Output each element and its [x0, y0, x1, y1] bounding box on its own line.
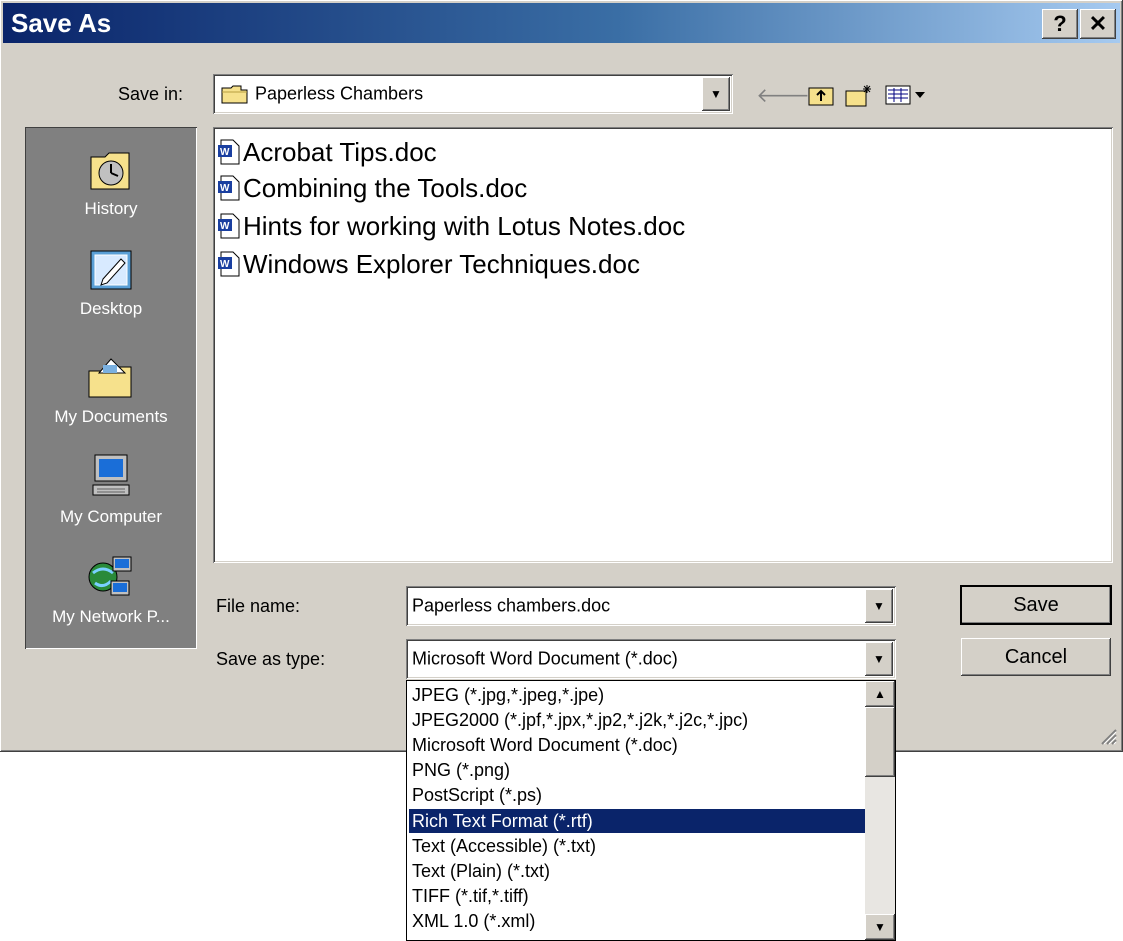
- place-label: My Network P...: [52, 607, 170, 626]
- option-text-plain[interactable]: Text (Plain) (*.txt): [409, 859, 868, 883]
- place-history[interactable]: History: [25, 143, 197, 219]
- place-label: My Computer: [59, 507, 163, 526]
- scroll-up-button[interactable]: ▲: [865, 681, 895, 707]
- option-jpeg[interactable]: JPEG (*.jpg,*.jpeg,*.jpe): [409, 683, 868, 707]
- dropdown-scrollbar[interactable]: ▲ ▼: [865, 681, 895, 940]
- scroll-down-button[interactable]: ▼: [865, 914, 895, 940]
- place-label: History: [84, 199, 138, 218]
- word-doc-icon: W: [218, 139, 240, 165]
- places-bar: History Desktop My Documents My Computer…: [25, 127, 197, 649]
- my-network-places-icon: [88, 556, 132, 596]
- save-as-dialog: Save As ? ✕ Save in: Paperless Chambers …: [0, 0, 1123, 752]
- file-name-dropdown-button[interactable]: ▼: [865, 589, 893, 623]
- help-button[interactable]: ?: [1042, 9, 1078, 39]
- svg-text:W: W: [220, 221, 230, 232]
- file-name: Acrobat Tips.doc: [243, 136, 437, 167]
- place-my-computer[interactable]: My Computer: [25, 451, 197, 527]
- save-in-value: Paperless Chambers: [255, 83, 424, 104]
- file-name: Windows Explorer Techniques.doc: [243, 248, 640, 279]
- save-as-type-dropdown-button[interactable]: ▼: [865, 642, 893, 676]
- up-folder-icon[interactable]: [805, 80, 837, 110]
- chevron-down-icon: ▼: [710, 87, 722, 101]
- option-xml[interactable]: XML 1.0 (*.xml): [409, 909, 868, 933]
- file-list[interactable]: W Acrobat Tips.doc W Combining the Tools…: [213, 127, 1113, 563]
- svg-text:W: W: [220, 183, 230, 194]
- resize-grip-icon[interactable]: [1097, 725, 1117, 745]
- file-name: Combining the Tools.doc: [243, 172, 528, 203]
- title-bar[interactable]: Save As ? ✕: [3, 3, 1120, 43]
- chevron-down-icon: ▼: [873, 599, 885, 613]
- my-computer-icon: [92, 454, 130, 496]
- list-item[interactable]: W Combining the Tools.doc: [217, 171, 527, 205]
- option-tiff[interactable]: TIFF (*.tif,*.tiff): [409, 884, 868, 908]
- word-doc-icon: W: [218, 175, 240, 201]
- list-item[interactable]: W Windows Explorer Techniques.doc: [217, 247, 640, 281]
- chevron-up-icon: ▲: [874, 687, 886, 701]
- file-name-value: Paperless chambers.doc: [412, 595, 611, 616]
- views-glyph: [885, 85, 925, 105]
- place-label: My Documents: [54, 407, 168, 426]
- save-as-type-select[interactable]: Microsoft Word Document (*.doc) ▼: [406, 639, 896, 679]
- place-my-documents[interactable]: My Documents: [25, 351, 197, 427]
- word-doc-icon: W: [218, 213, 240, 239]
- save-in-label: Save in:: [118, 84, 184, 104]
- save-as-type-value: Microsoft Word Document (*.doc): [412, 648, 678, 669]
- svg-text:W: W: [220, 259, 230, 270]
- list-item[interactable]: W Hints for working with Lotus Notes.doc: [217, 209, 685, 243]
- word-doc-icon: W: [218, 251, 240, 277]
- views-menu-icon[interactable]: [883, 80, 931, 110]
- close-button[interactable]: ✕: [1080, 9, 1116, 39]
- new-folder-icon[interactable]: [843, 80, 875, 110]
- list-item[interactable]: W Acrobat Tips.doc: [217, 135, 437, 169]
- place-label: Desktop: [79, 299, 143, 318]
- save-button[interactable]: Save: [960, 585, 1112, 625]
- folder-icon: [221, 85, 248, 104]
- my-documents-icon: [88, 358, 132, 398]
- option-rtf[interactable]: Rich Text Format (*.rtf): [409, 809, 868, 833]
- window-title: Save As: [11, 8, 112, 38]
- file-name: Hints for working with Lotus Notes.doc: [243, 210, 686, 241]
- option-png[interactable]: PNG (*.png): [409, 758, 868, 782]
- save-as-type-dropdown-list[interactable]: JPEG (*.jpg,*.jpeg,*.jpe) JPEG2000 (*.jp…: [406, 680, 896, 941]
- place-my-network[interactable]: My Network P...: [25, 551, 197, 627]
- history-icon: [90, 152, 130, 190]
- save-as-type-label: Save as type:: [216, 649, 326, 669]
- chevron-down-icon: ▼: [874, 920, 886, 934]
- option-text-accessible[interactable]: Text (Accessible) (*.txt): [409, 834, 868, 858]
- up-folder-glyph: [808, 87, 834, 106]
- scroll-thumb[interactable]: [865, 707, 895, 777]
- file-name-label: File name:: [216, 596, 301, 616]
- svg-text:W: W: [220, 147, 230, 158]
- option-postscript[interactable]: PostScript (*.ps): [409, 783, 868, 807]
- save-in-dropdown-button[interactable]: ▼: [702, 77, 730, 111]
- back-arrow-icon[interactable]: 🡐: [756, 80, 810, 110]
- cancel-button[interactable]: Cancel: [961, 638, 1111, 676]
- file-name-input[interactable]: Paperless chambers.doc ▼: [406, 586, 896, 626]
- new-folder-glyph: [845, 85, 871, 107]
- desktop-icon: [90, 250, 132, 290]
- place-desktop[interactable]: Desktop: [25, 243, 197, 319]
- save-in-combo[interactable]: Paperless Chambers ▼: [213, 74, 733, 114]
- option-jpeg2000[interactable]: JPEG2000 (*.jpf,*.jpx,*.jp2,*.j2k,*.j2c,…: [409, 708, 868, 732]
- option-word[interactable]: Microsoft Word Document (*.doc): [409, 733, 868, 757]
- chevron-down-icon: ▼: [873, 652, 885, 666]
